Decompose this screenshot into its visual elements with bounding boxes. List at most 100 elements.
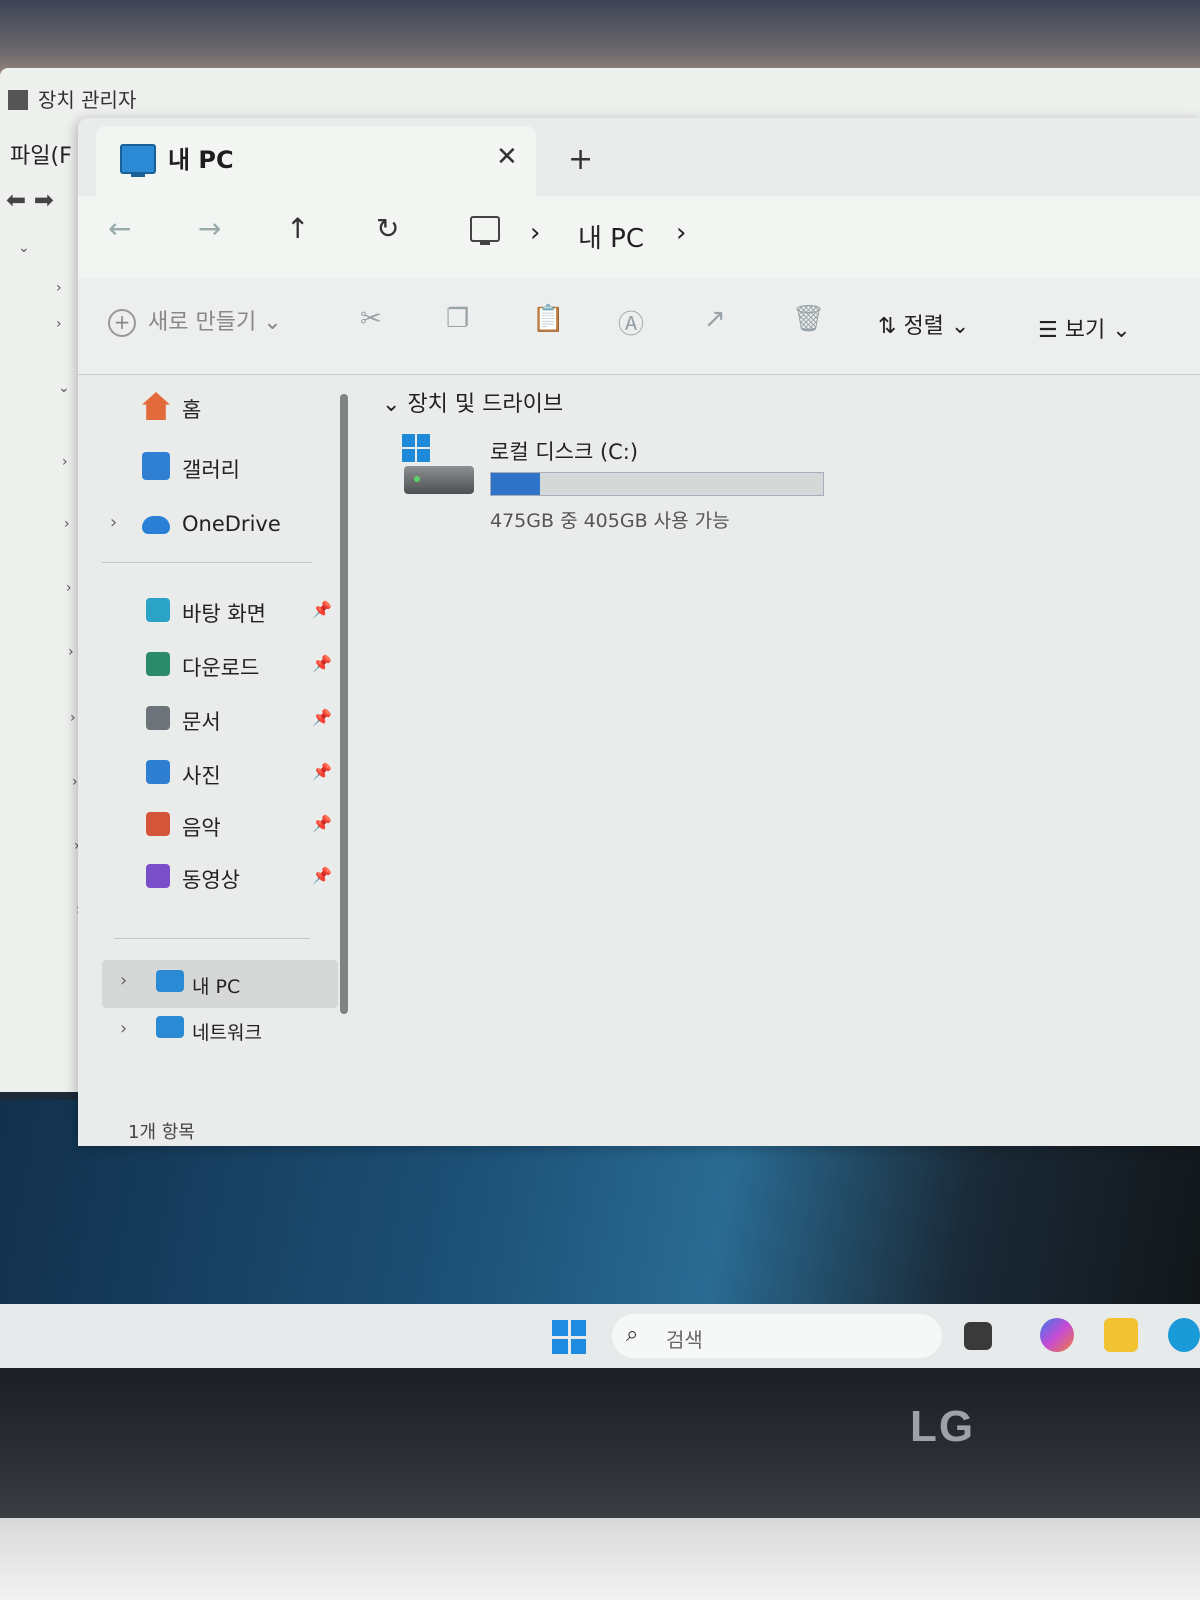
documents-icon: [146, 706, 170, 730]
gallery-icon: [142, 452, 170, 480]
pin-icon[interactable]: 📌: [312, 866, 332, 885]
section-header-devices[interactable]: ⌄ 장치 및 드라이브: [382, 386, 563, 418]
drive-usage-fill: [491, 473, 540, 495]
chevron-right-icon[interactable]: ›: [56, 316, 62, 332]
navigation-pane: 홈 갤러리 › OneDrive 바탕 화면 📌 다운로드 📌 문서 📌 사진 📌 음악 📌 동영상…: [102, 374, 338, 1114]
sidebar-item-label: 음악: [182, 816, 221, 840]
sidebar-item-quick[interactable]: 바탕 화면 📌: [102, 590, 338, 634]
this-pc-icon[interactable]: [470, 216, 500, 245]
drive-c[interactable]: 로컬 디스크 (C:) 475GB 중 405GB 사용 가능: [398, 432, 838, 532]
chevron-down-icon[interactable]: ⌄: [382, 392, 400, 417]
device-manager-title: 장치 관리자: [8, 84, 136, 113]
file-explorer-taskbar-icon[interactable]: [1104, 1318, 1138, 1352]
tab-this-pc[interactable]: 내 PC ✕: [96, 126, 536, 196]
pictures-icon: [146, 760, 170, 784]
share-icon[interactable]: ↗: [704, 304, 726, 334]
pin-icon[interactable]: 📌: [312, 654, 332, 673]
cut-icon[interactable]: ✂: [360, 304, 382, 334]
command-bar: + 새로 만들기 ⌄ ✂ ❐ 📋 Ⓐ ↗ 🗑 ⇅ 정렬 ⌄ ☰ 보기 ⌄: [78, 278, 1200, 375]
brand-logo: LG: [910, 1402, 976, 1451]
pin-icon[interactable]: 📌: [312, 600, 332, 619]
sidebar-item-label: 다운로드: [182, 656, 260, 680]
pin-icon[interactable]: 📌: [312, 814, 332, 833]
chevron-right-icon[interactable]: ›: [70, 710, 76, 726]
sidebar-scrollbar[interactable]: [340, 394, 348, 1014]
view-button[interactable]: ☰ 보기 ⌄: [1038, 312, 1131, 344]
navigation-bar: ← → ↑ ↻ › 내 PC ›: [78, 196, 1200, 279]
taskbar-search[interactable]: ⌕ 검색: [612, 1314, 942, 1358]
sidebar-item-gallery[interactable]: 갤러리: [102, 446, 338, 490]
sidebar-item-network[interactable]: › 네트워크: [102, 1010, 338, 1054]
sidebar-divider: [114, 938, 310, 939]
chevron-right-icon[interactable]: ›: [120, 1018, 127, 1039]
sidebar-item-label: 바탕 화면: [182, 602, 266, 626]
this-pc-monitor-icon: [156, 970, 184, 992]
chevron-right-icon[interactable]: ›: [66, 580, 72, 596]
sidebar-divider: [102, 562, 312, 563]
chevron-down-icon[interactable]: ⌄: [18, 240, 30, 256]
paste-icon[interactable]: 📋: [532, 304, 564, 334]
chevron-right-icon[interactable]: ›: [110, 512, 117, 533]
device-manager-menu-file[interactable]: 파일(F: [10, 138, 72, 170]
rename-icon[interactable]: Ⓐ: [618, 304, 644, 341]
download-icon: [146, 652, 170, 676]
sidebar-item-label: 사진: [182, 764, 221, 788]
chevron-right-icon[interactable]: ›: [56, 280, 62, 296]
taskbar: ⌕ 검색: [0, 1304, 1200, 1368]
pin-icon[interactable]: 📌: [312, 708, 332, 727]
sidebar-item-quick[interactable]: 문서 📌: [102, 698, 338, 742]
monitor-bezel: [0, 1368, 1200, 1518]
chevron-right-icon[interactable]: ›: [62, 454, 68, 470]
content-area: ⌄ 장치 및 드라이브 로컬 디스크 (C:) 475GB 중 405GB 사용…: [368, 374, 1188, 1114]
edge-browser-icon[interactable]: [1168, 1318, 1200, 1352]
sidebar-item-quick[interactable]: 음악 📌: [102, 804, 338, 848]
pin-icon[interactable]: 📌: [312, 762, 332, 781]
chevron-right-icon[interactable]: ›: [68, 644, 74, 660]
chevron-down-icon[interactable]: ⌄: [58, 380, 70, 396]
new-button[interactable]: + 새로 만들기 ⌄: [108, 304, 282, 337]
delete-icon[interactable]: 🗑: [792, 304, 825, 334]
status-bar-item-count: 1개 항목: [128, 1122, 195, 1143]
network-icon: [156, 1016, 184, 1038]
drive-free-space: 475GB 중 405GB 사용 가능: [490, 510, 730, 532]
onedrive-cloud-icon: [142, 516, 170, 534]
videos-icon: [146, 864, 170, 888]
sidebar-item-onedrive[interactable]: › OneDrive: [102, 504, 338, 548]
close-tab-button[interactable]: ✕: [496, 142, 518, 172]
device-manager-nav-arrows[interactable]: ⬅ ➡: [6, 186, 54, 214]
forward-button[interactable]: →: [198, 212, 221, 245]
sidebar-item-label: 동영상: [182, 868, 240, 892]
file-explorer-window[interactable]: 내 PC ✕ + ← → ↑ ↻ › 내 PC › + 새로 만들기 ⌄ ✂ ❐ …: [78, 118, 1200, 1146]
breadcrumb-separator[interactable]: ›: [676, 218, 686, 248]
copilot-icon[interactable]: [1040, 1318, 1074, 1352]
sort-icon: ⇅: [878, 314, 897, 339]
device-manager-tree[interactable]: ⌄ › › ⌄ › › › › › › › › ›: [0, 230, 84, 1070]
sort-button[interactable]: ⇅ 정렬 ⌄: [878, 308, 969, 340]
drive-usage-bar: [490, 472, 824, 496]
hard-drive-icon: [404, 466, 474, 494]
music-icon: [146, 812, 170, 836]
sidebar-item-home[interactable]: 홈: [102, 386, 338, 430]
sidebar-item-quick[interactable]: 사진 📌: [102, 752, 338, 796]
windows-logo-icon: [402, 434, 430, 462]
desk-surface: [0, 1518, 1200, 1600]
sidebar-item-label: 문서: [182, 710, 221, 734]
start-button[interactable]: [552, 1320, 586, 1354]
copy-icon[interactable]: ❐: [446, 304, 469, 334]
search-icon: ⌕: [626, 1322, 639, 1347]
breadcrumb-this-pc[interactable]: 내 PC: [578, 218, 644, 255]
chevron-right-icon[interactable]: ›: [64, 516, 70, 532]
chevron-right-icon[interactable]: ›: [72, 774, 78, 790]
view-list-icon: ☰: [1038, 318, 1058, 343]
sidebar-item-quick[interactable]: 동영상 📌: [102, 856, 338, 900]
desktop-icon: [146, 598, 170, 622]
breadcrumb-separator[interactable]: ›: [530, 218, 540, 248]
up-button[interactable]: ↑: [286, 212, 309, 245]
refresh-button[interactable]: ↻: [376, 212, 399, 245]
back-button[interactable]: ←: [108, 212, 131, 245]
new-tab-button[interactable]: +: [568, 142, 593, 177]
task-view-icon[interactable]: [964, 1322, 992, 1350]
chevron-right-icon[interactable]: ›: [120, 970, 127, 991]
sidebar-item-this-pc[interactable]: › 내 PC: [102, 960, 338, 1008]
sidebar-item-quick[interactable]: 다운로드 📌: [102, 644, 338, 688]
